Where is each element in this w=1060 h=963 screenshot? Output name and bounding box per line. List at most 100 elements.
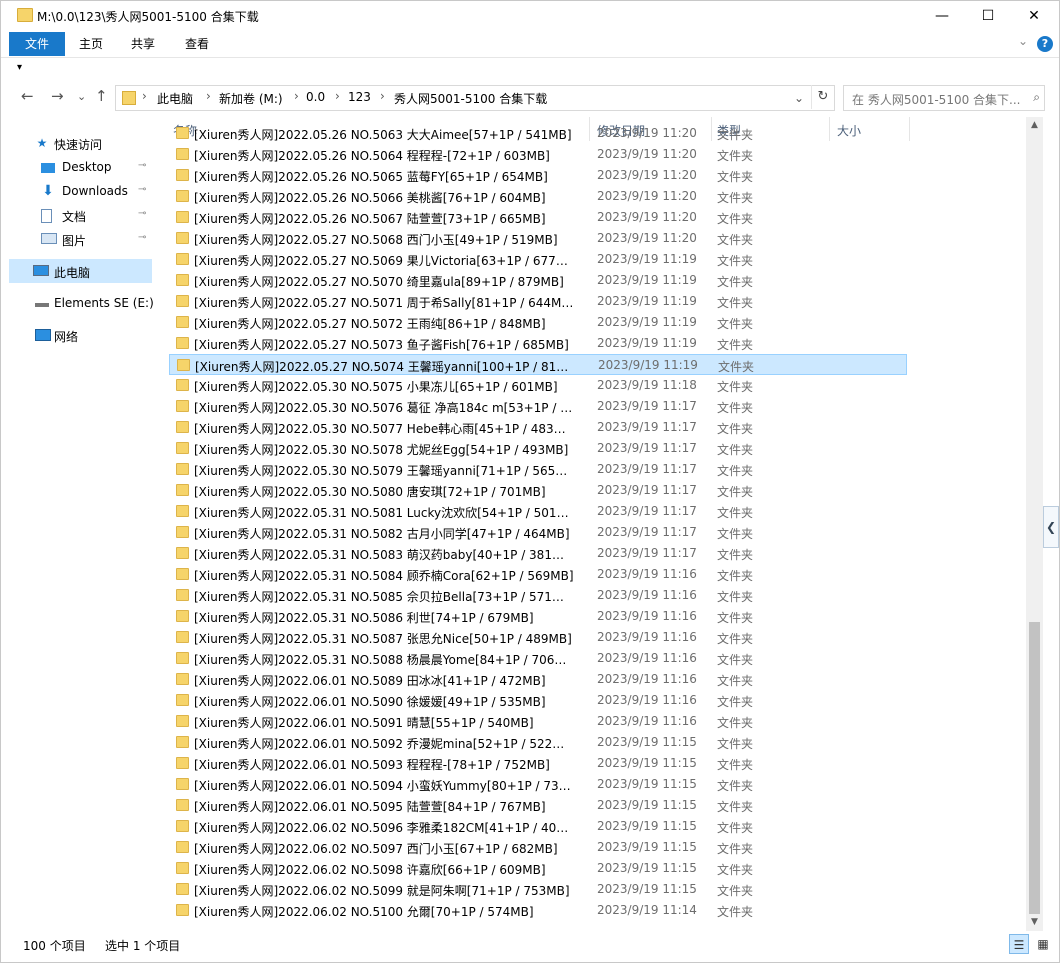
tab-view[interactable]: 查看 — [173, 32, 221, 56]
maximize-button[interactable]: ☐ — [965, 1, 1011, 31]
nav-network[interactable]: 网络 — [1, 323, 153, 347]
tab-share[interactable]: 共享 — [119, 32, 167, 56]
file-name: [Xiuren秀人网]2022.06.01 NO.5090 徐媛媛[49+1P … — [194, 695, 546, 709]
table-row[interactable]: [Xiuren秀人网]2022.06.01 NO.5091 晴慧[55+1P /… — [169, 711, 907, 732]
search-placeholder: 在 秀人网5001-5100 合集下... — [852, 93, 1021, 107]
file-type: 文件夹 — [717, 779, 754, 793]
customize-toolbar-icon[interactable]: ▾ — [17, 62, 22, 73]
address-bar[interactable]: › 此电脑 › 新加卷 (M:) › 0.0 › 123 › 秀人网5001-5… — [115, 85, 835, 111]
nav-item-desktop[interactable]: Desktop ⊸ — [1, 155, 153, 179]
breadcrumb-folder-123[interactable]: 123 — [348, 90, 371, 104]
table-row[interactable]: [Xiuren秀人网]2022.05.31 NO.5088 杨晨晨Yome[84… — [169, 648, 907, 669]
file-name: [Xiuren秀人网]2022.05.31 NO.5083 萌汉药baby[40… — [194, 548, 574, 562]
up-button[interactable]: ↑ — [95, 87, 108, 105]
vertical-scrollbar[interactable]: ▲ ▼ — [1026, 117, 1043, 931]
table-row[interactable]: [Xiuren秀人网]2022.05.30 NO.5078 尤妮丝Egg[54+… — [169, 438, 907, 459]
tab-file[interactable]: 文件 — [9, 32, 65, 56]
scrollbar-thumb[interactable] — [1029, 622, 1040, 914]
address-dropdown-icon[interactable]: ⌄ — [794, 91, 804, 105]
table-row[interactable]: [Xiuren秀人网]2022.06.02 NO.5099 就是阿朱啊[71+1… — [169, 879, 907, 900]
table-row[interactable]: [Xiuren秀人网]2022.06.01 NO.5089 田冰冰[41+1P … — [169, 669, 907, 690]
file-modified-date: 2023/9/19 11:19 — [597, 336, 697, 350]
file-type: 文件夹 — [717, 275, 754, 289]
breadcrumb-drive[interactable]: 新加卷 (M:) — [219, 90, 283, 107]
nav-item-documents[interactable]: 文档 ⊸ — [1, 203, 153, 227]
search-icon[interactable]: ⌕ — [1033, 90, 1040, 105]
nav-quick-access[interactable]: ★ 快速访问 — [1, 131, 153, 155]
table-row[interactable]: [Xiuren秀人网]2022.05.30 NO.5075 小果冻儿[65+1P… — [169, 375, 907, 396]
breadcrumb-folder-0-0[interactable]: 0.0 — [306, 90, 325, 104]
table-row[interactable]: [Xiuren秀人网]2022.05.26 NO.5065 蓝莓FY[65+1P… — [169, 165, 907, 186]
table-row[interactable]: [Xiuren秀人网]2022.05.27 NO.5072 王雨纯[86+1P … — [169, 312, 907, 333]
table-row[interactable]: [Xiuren秀人网]2022.05.27 NO.5073 鱼子酱Fish[76… — [169, 333, 907, 354]
folder-icon — [177, 359, 190, 371]
nav-item-downloads[interactable]: ⬇ Downloads ⊸ — [1, 179, 153, 203]
table-row[interactable]: [Xiuren秀人网]2022.05.26 NO.5063 大大Aimee[57… — [169, 123, 907, 144]
table-row[interactable]: [Xiuren秀人网]2022.05.31 NO.5086 利世[74+1P /… — [169, 606, 907, 627]
nav-this-pc[interactable]: 此电脑 — [9, 259, 152, 283]
nav-drive-elements[interactable]: Elements SE (E:) — [1, 291, 154, 315]
ribbon-expand-icon[interactable]: ⌄ — [1018, 34, 1028, 48]
file-type: 文件夹 — [717, 632, 754, 646]
nav-label: 图片 — [62, 234, 87, 248]
table-row[interactable]: [Xiuren秀人网]2022.05.26 NO.5064 程程程-[72+1P… — [169, 144, 907, 165]
table-row[interactable]: [Xiuren秀人网]2022.06.02 NO.5097 西门小玉[67+1P… — [169, 837, 907, 858]
recent-locations-button[interactable]: ⌄ — [77, 90, 86, 103]
table-row[interactable]: [Xiuren秀人网]2022.06.01 NO.5093 程程程-[78+1P… — [169, 753, 907, 774]
tab-home[interactable]: 主页 — [67, 32, 115, 56]
table-row[interactable]: [Xiuren秀人网]2022.06.01 NO.5094 小蛮妖Yummy[8… — [169, 774, 907, 795]
table-row[interactable]: [Xiuren秀人网]2022.05.27 NO.5068 西门小玉[49+1P… — [169, 228, 907, 249]
quick-access-toolbar: ▾ — [1, 57, 1059, 80]
drive-icon — [35, 303, 49, 307]
table-row[interactable]: [Xiuren秀人网]2022.05.30 NO.5080 唐安琪[72+1P … — [169, 480, 907, 501]
forward-button[interactable]: → — [51, 87, 64, 105]
scroll-down-icon[interactable]: ▼ — [1026, 914, 1043, 931]
table-row[interactable]: [Xiuren秀人网]2022.05.31 NO.5083 萌汉药baby[40… — [169, 543, 907, 564]
table-row[interactable]: [Xiuren秀人网]2022.05.27 NO.5074 王馨瑶yanni[1… — [169, 354, 907, 375]
large-icons-view-button[interactable]: ▦ — [1033, 934, 1053, 954]
table-row[interactable]: [Xiuren秀人网]2022.06.01 NO.5095 陆萱萱[84+1P … — [169, 795, 907, 816]
table-row[interactable]: [Xiuren秀人网]2022.06.02 NO.5098 许嘉欣[66+1P … — [169, 858, 907, 879]
table-row[interactable]: [Xiuren秀人网]2022.06.02 NO.5100 允爾[70+1P /… — [169, 900, 907, 921]
scroll-up-icon[interactable]: ▲ — [1026, 117, 1043, 134]
table-row[interactable]: [Xiuren秀人网]2022.05.27 NO.5070 绮里嘉ula[89+… — [169, 270, 907, 291]
table-row[interactable]: [Xiuren秀人网]2022.05.27 NO.5071 周于希Sally[8… — [169, 291, 907, 312]
folder-icon — [176, 631, 189, 643]
folder-icon — [176, 400, 189, 412]
breadcrumb-current-folder[interactable]: 秀人网5001-5100 合集下载 — [394, 90, 547, 107]
file-name: [Xiuren秀人网]2022.05.30 NO.5079 王馨瑶yanni[7… — [194, 464, 574, 478]
details-view-button[interactable]: ☰ — [1009, 934, 1029, 954]
expand-pane-icon[interactable]: ❮ — [1043, 506, 1059, 548]
table-row[interactable]: [Xiuren秀人网]2022.05.26 NO.5067 陆萱萱[73+1P … — [169, 207, 907, 228]
help-icon[interactable]: ? — [1037, 36, 1053, 52]
table-row[interactable]: [Xiuren秀人网]2022.05.31 NO.5082 古月小同学[47+1… — [169, 522, 907, 543]
table-row[interactable]: [Xiuren秀人网]2022.05.30 NO.5079 王馨瑶yanni[7… — [169, 459, 907, 480]
refresh-button[interactable]: ↻ — [811, 85, 834, 109]
table-row[interactable]: [Xiuren秀人网]2022.05.31 NO.5087 张思允Nice[50… — [169, 627, 907, 648]
table-row[interactable]: [Xiuren秀人网]2022.06.02 NO.5096 李雅柔182CM[4… — [169, 816, 907, 837]
close-button[interactable]: ✕ — [1011, 1, 1057, 31]
table-row[interactable]: [Xiuren秀人网]2022.05.31 NO.5084 顾乔楠Cora[62… — [169, 564, 907, 585]
file-list: ^ 名称 修改日期 类型 大小 [Xiuren秀人网]2022.05.26 NO… — [161, 117, 1026, 931]
table-row[interactable]: [Xiuren秀人网]2022.05.26 NO.5066 美桃酱[76+1P … — [169, 186, 907, 207]
table-row[interactable]: [Xiuren秀人网]2022.05.30 NO.5077 Hebe韩心雨[45… — [169, 417, 907, 438]
table-row[interactable]: [Xiuren秀人网]2022.05.31 NO.5085 佘贝拉Bella[7… — [169, 585, 907, 606]
table-row[interactable]: [Xiuren秀人网]2022.05.27 NO.5069 果儿Victoria… — [169, 249, 907, 270]
file-modified-date: 2023/9/19 11:17 — [597, 483, 697, 497]
nav-item-pictures[interactable]: 图片 ⊸ — [1, 227, 153, 251]
file-type: 文件夹 — [717, 128, 754, 142]
search-input[interactable]: 在 秀人网5001-5100 合集下... ⌕ — [843, 85, 1045, 111]
table-row[interactable]: [Xiuren秀人网]2022.05.30 NO.5076 葛征 净高184c … — [169, 396, 907, 417]
folder-icon — [176, 652, 189, 664]
breadcrumb-this-pc[interactable]: 此电脑 — [157, 90, 193, 107]
table-row[interactable]: [Xiuren秀人网]2022.06.01 NO.5092 乔漫妮mina[52… — [169, 732, 907, 753]
network-icon — [35, 329, 51, 341]
minimize-button[interactable]: — — [919, 1, 965, 31]
file-name: [Xiuren秀人网]2022.05.27 NO.5069 果儿Victoria… — [194, 254, 574, 268]
folder-icon — [176, 736, 189, 748]
back-button[interactable]: ← — [21, 87, 34, 105]
nav-label: Desktop — [62, 160, 112, 174]
table-row[interactable]: [Xiuren秀人网]2022.05.31 NO.5081 Lucky沈欢欣[5… — [169, 501, 907, 522]
table-row[interactable]: [Xiuren秀人网]2022.06.01 NO.5090 徐媛媛[49+1P … — [169, 690, 907, 711]
column-divider[interactable] — [909, 117, 910, 141]
